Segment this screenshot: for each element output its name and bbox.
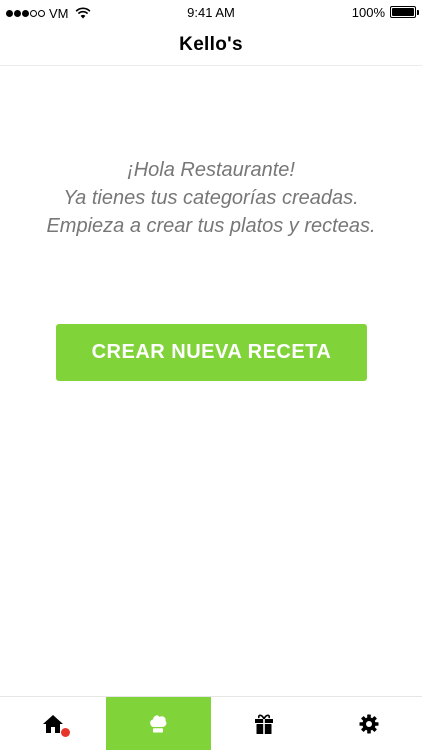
- status-bar: VM 9:41 AM 100%: [0, 0, 422, 26]
- status-right: 100%: [351, 4, 419, 20]
- tab-bar: [0, 696, 422, 750]
- app-title: Kello's: [179, 34, 243, 55]
- notification-badge: [61, 728, 70, 737]
- battery-percentage: 100%: [351, 4, 385, 20]
- nav-bar: Kello's: [0, 26, 422, 66]
- welcome-instruction-text: Empieza a crear tus platos y recteas.: [46, 215, 376, 237]
- welcome-categories-text: Ya tienes tus categorías creadas.: [63, 187, 359, 209]
- gear-icon: [359, 714, 379, 734]
- gift-icon: [254, 714, 273, 734]
- create-recipe-button[interactable]: CREAR NUEVA RECETA: [56, 324, 367, 381]
- chef-hat-icon: [150, 715, 167, 733]
- welcome-message: ¡Hola Restaurante! Ya tienes tus categor…: [0, 156, 422, 240]
- tab-home[interactable]: [0, 697, 106, 750]
- battery-icon: [390, 6, 419, 18]
- welcome-greeting: ¡Hola Restaurante!: [127, 159, 295, 181]
- tab-recipes[interactable]: [105, 697, 211, 750]
- tab-gifts[interactable]: [211, 697, 317, 750]
- tab-settings[interactable]: [317, 697, 422, 750]
